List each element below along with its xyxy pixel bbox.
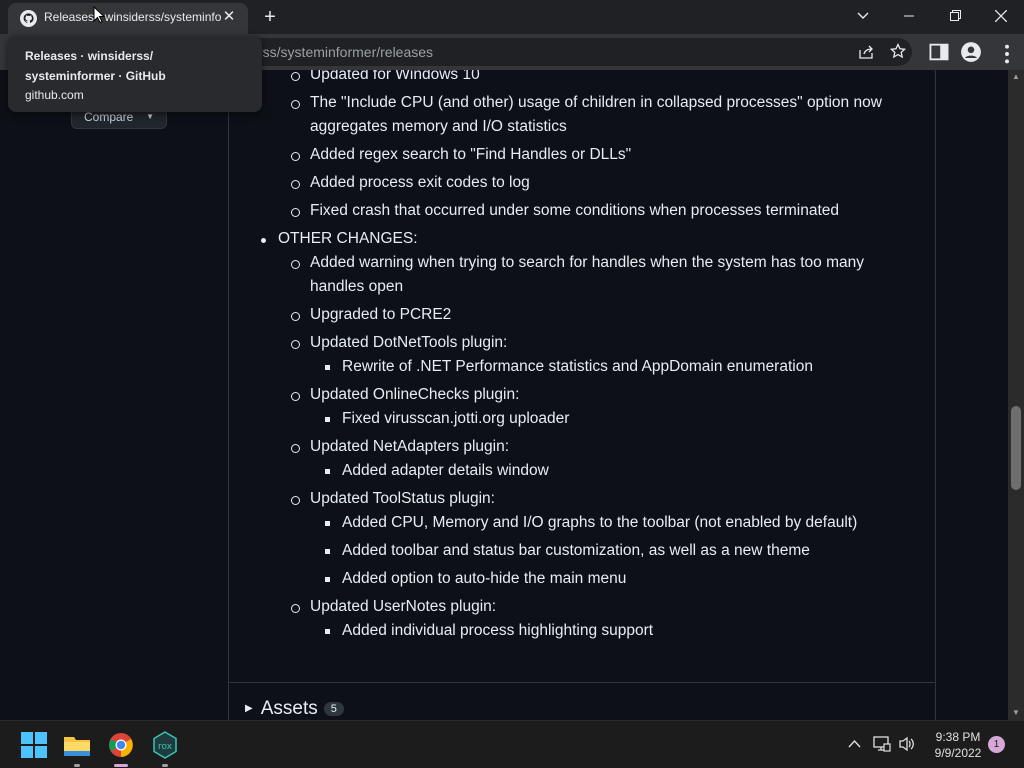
scroll-up-arrow-icon[interactable]: ▲ xyxy=(1008,70,1024,84)
sub-list-item: Added option to auto-hide the main menu xyxy=(324,570,627,587)
github-icon xyxy=(20,10,37,27)
chrome-icon[interactable] xyxy=(105,729,137,767)
restore-button[interactable] xyxy=(932,0,978,32)
rox-icon[interactable]: rox xyxy=(149,729,181,767)
tab-title: Releases · winsiderss/systeminformer xyxy=(44,10,222,24)
close-window-button[interactable] xyxy=(978,0,1024,32)
list-item: Updated DotNetTools plugin: xyxy=(290,334,508,351)
address-bar[interactable]: rss/systeminformer/releases xyxy=(240,38,912,66)
url-text[interactable]: rss/systeminformer/releases xyxy=(258,44,433,60)
assets-toggle[interactable]: ▶ Assets 5 xyxy=(245,698,344,720)
list-item: Updated for Windows 10 xyxy=(291,70,480,84)
new-tab-button[interactable]: + xyxy=(258,5,282,29)
scroll-down-arrow-icon[interactable]: ▼ xyxy=(1008,706,1024,720)
menu-kebab-icon[interactable] xyxy=(996,43,1018,65)
sub-list-item: Rewrite of .NET Performance statistics a… xyxy=(325,358,813,375)
scrollbar-thumb[interactable] xyxy=(1011,406,1021,490)
tooltip-title-line1: Releases · winsiderss/ xyxy=(25,49,154,63)
list-item: Added regex search to "Find Handles or D… xyxy=(290,146,632,163)
list-item: Upgraded to PCRE2 xyxy=(290,306,452,323)
file-explorer-icon[interactable] xyxy=(61,729,93,767)
active-indicator xyxy=(114,764,128,767)
bookmark-star-icon[interactable] xyxy=(890,43,906,59)
compare-label: Compare xyxy=(84,110,134,124)
expand-triangle-icon: ▶ xyxy=(245,703,253,714)
list-item-continuation: aggregates memory and I/O statistics xyxy=(310,118,567,135)
page-scrollbar[interactable]: ▲ ▼ xyxy=(1008,70,1024,720)
list-item: Added warning when trying to search for … xyxy=(290,254,865,271)
sub-list-item: Added toolbar and status bar customizati… xyxy=(325,542,810,559)
assets-label: Assets xyxy=(260,698,318,719)
browser-tab[interactable]: Releases · winsiderss/systeminformer ✕ xyxy=(8,3,248,34)
tooltip-title-line2: systeminformer · GitHub xyxy=(25,69,166,83)
list-item: Updated NetAdapters plugin: xyxy=(290,438,510,455)
list-item: The "Include CPU (and other) usage of ch… xyxy=(291,94,882,111)
side-panel-icon[interactable] xyxy=(928,41,950,63)
browser-titlebar: Releases · winsiderss/systeminformer ✕ + xyxy=(0,0,1024,34)
list-item: Updated OnlineChecks plugin: xyxy=(290,386,520,403)
tab-close-icon[interactable]: ✕ xyxy=(220,8,238,26)
tray-chevron-up-icon[interactable] xyxy=(848,735,861,751)
mouse-cursor-icon xyxy=(93,6,105,24)
minimize-button[interactable] xyxy=(886,0,932,32)
release-notes-box: Updated for Windows 10 The "Include CPU … xyxy=(228,70,936,720)
windows-taskbar: rox 9:38 PM 9/9/2022 1 xyxy=(0,720,1024,768)
network-icon[interactable] xyxy=(873,736,891,755)
page-content: Compare ▼ Updated for Windows 10 The "In… xyxy=(0,70,1008,720)
assets-count-badge: 5 xyxy=(323,702,344,716)
profile-icon[interactable] xyxy=(960,41,982,63)
divider xyxy=(229,682,935,683)
volume-icon[interactable] xyxy=(898,736,916,755)
list-item: Updated UserNotes plugin: xyxy=(290,598,497,615)
tab-search-icon[interactable] xyxy=(840,0,886,32)
sub-list-item: Added CPU, Memory and I/O graphs to the … xyxy=(324,514,858,531)
notification-badge[interactable]: 1 xyxy=(988,736,1005,753)
section-heading: OTHER CHANGES: xyxy=(261,230,418,247)
share-icon[interactable] xyxy=(858,44,874,60)
running-indicator xyxy=(162,764,168,767)
list-item: Fixed crash that occurred under some con… xyxy=(291,202,839,219)
list-item: Updated ToolStatus plugin: xyxy=(291,490,495,507)
list-item-continuation: handles open xyxy=(310,278,404,295)
clock-time: 9:38 PM xyxy=(935,730,981,744)
start-icon[interactable] xyxy=(18,729,50,761)
list-item: Added process exit codes to log xyxy=(291,174,530,191)
sub-list-item: Added adapter details window xyxy=(325,462,549,479)
taskbar-clock[interactable]: 9:38 PM 9/9/2022 xyxy=(926,729,990,761)
tab-hover-tooltip: Releases · winsiderss/ systeminformer · … xyxy=(8,36,262,112)
sub-list-item: Fixed virusscan.jotti.org uploader xyxy=(324,410,570,427)
svg-text:rox: rox xyxy=(158,742,173,752)
clock-date: 9/9/2022 xyxy=(934,746,982,760)
sub-list-item: Added individual process highlighting su… xyxy=(324,622,654,639)
tooltip-host: github.com xyxy=(25,88,84,102)
running-indicator xyxy=(74,764,80,767)
